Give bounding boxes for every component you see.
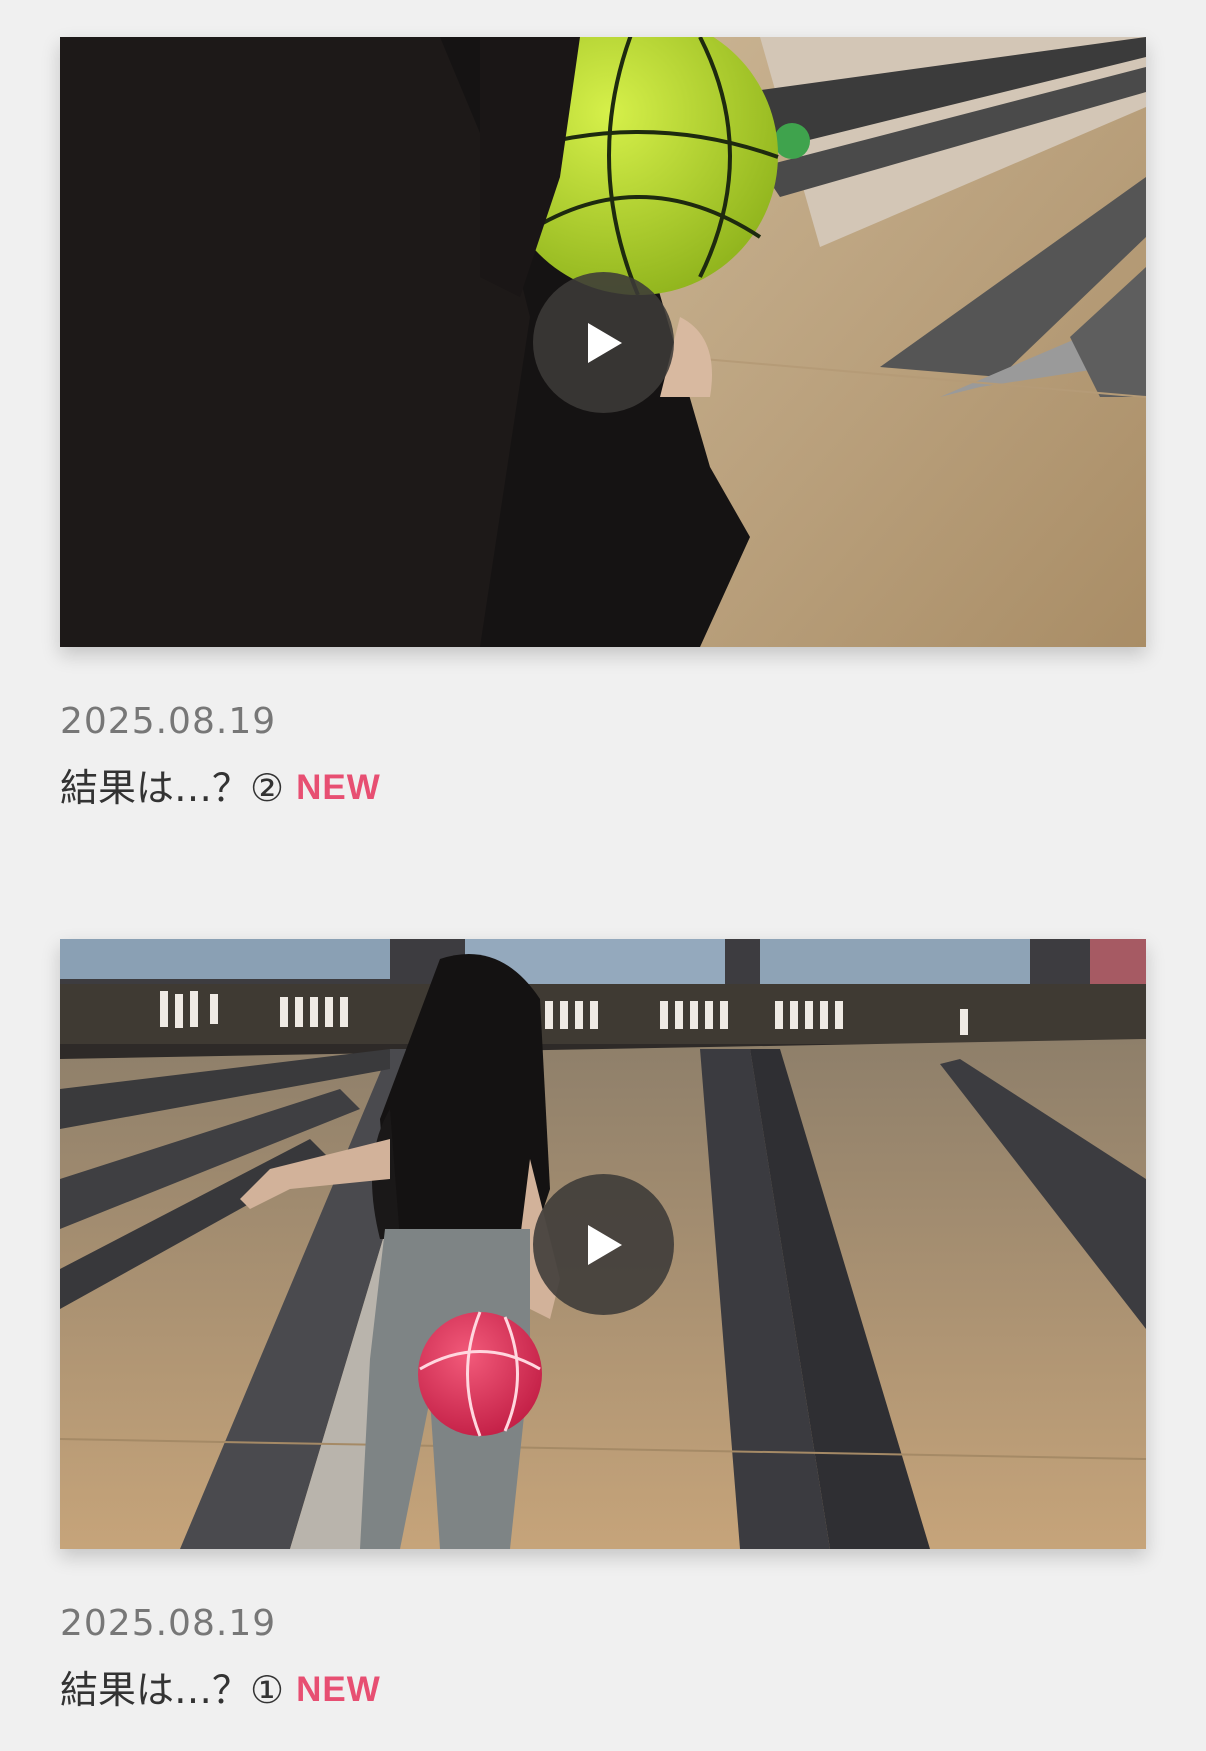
play-icon: [587, 322, 622, 363]
post-date: 2025.08.19: [60, 1603, 277, 1644]
play-button[interactable]: [533, 272, 674, 413]
play-icon: [587, 1224, 622, 1265]
post-title[interactable]: 結果は…？①: [60, 1668, 284, 1712]
video-post-1: 2025.08.19 結果は…？② NEW: [60, 37, 1146, 810]
post-title-row[interactable]: 結果は…？① NEW: [60, 1668, 1146, 1712]
video-post-2: 2025.08.19 結果は…？① NEW: [60, 939, 1146, 1712]
video-thumbnail[interactable]: [60, 37, 1146, 647]
video-thumbnail[interactable]: [60, 939, 1146, 1549]
post-date: 2025.08.19: [60, 701, 277, 742]
post-title[interactable]: 結果は…？②: [60, 766, 284, 810]
post-title-row[interactable]: 結果は…？② NEW: [60, 766, 1146, 810]
new-badge: NEW: [296, 1670, 381, 1709]
play-button[interactable]: [533, 1174, 674, 1315]
new-badge: NEW: [296, 768, 381, 807]
